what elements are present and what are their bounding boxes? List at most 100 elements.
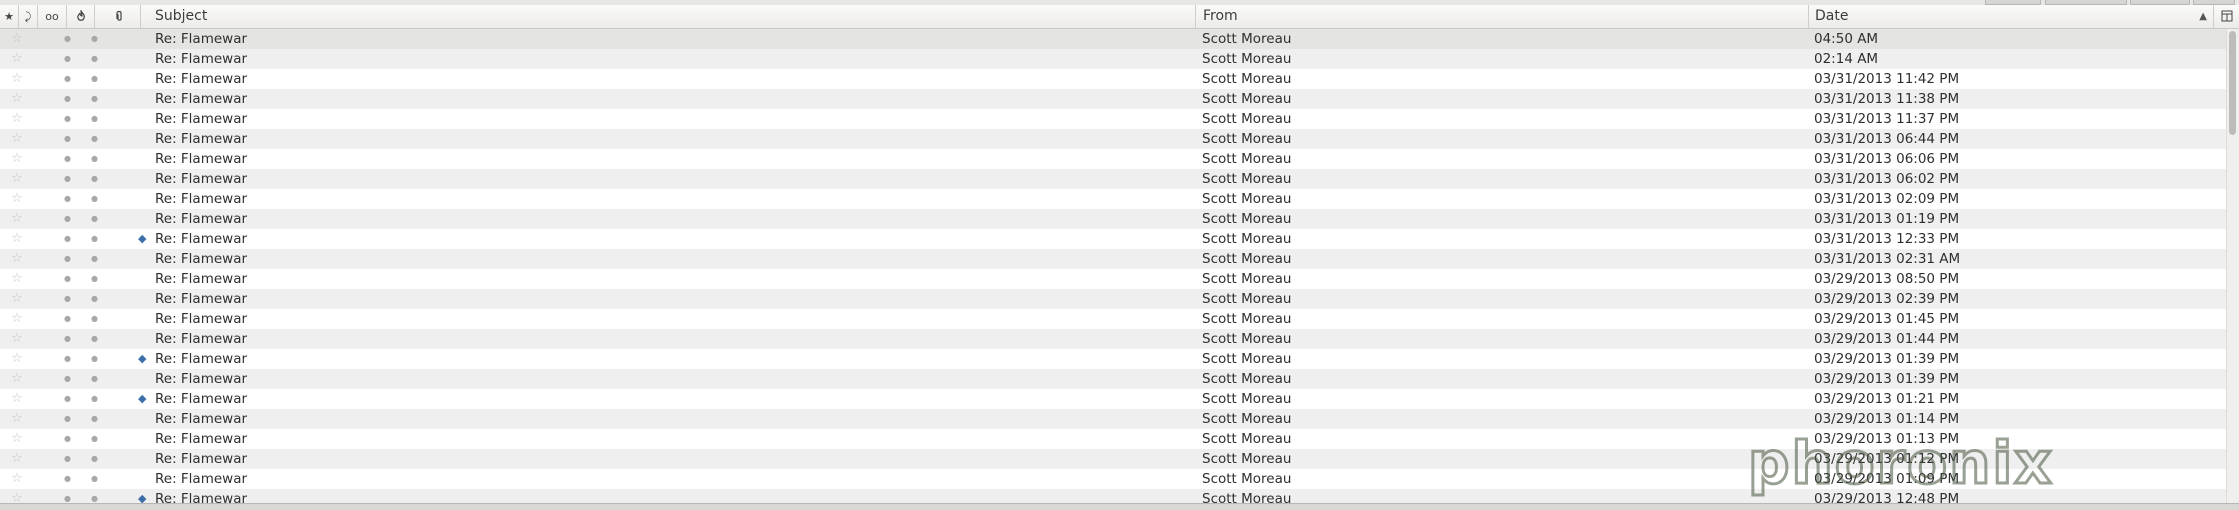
read-dot-icon[interactable]: ● bbox=[91, 349, 101, 369]
from-column-header[interactable]: From bbox=[1196, 5, 1809, 28]
star-icon[interactable]: ☆ bbox=[11, 309, 27, 329]
read-dot-icon[interactable]: ● bbox=[91, 369, 101, 389]
read-dot-icon[interactable]: ● bbox=[91, 429, 101, 449]
message-row[interactable]: ☆ ● ● Re: Flamewar Scott Moreau 03/29/2013 01… bbox=[0, 309, 2232, 329]
read-dot-icon[interactable]: ● bbox=[91, 249, 101, 269]
read-dot-icon[interactable]: ● bbox=[91, 29, 101, 49]
read-dot-icon[interactable]: ● bbox=[91, 489, 101, 503]
message-row[interactable]: ☆ ● ● ◆ Re: Flamewar Scott Moreau 03/29/2013 1… bbox=[0, 489, 2232, 503]
message-date: 03/31/2013 06:06 PM bbox=[1814, 151, 1960, 167]
read-dot-icon[interactable]: ● bbox=[91, 129, 101, 149]
message-row[interactable]: ☆ ● ● Re: Flamewar Scott Moreau 03/29/2013 01… bbox=[0, 329, 2232, 349]
read-dot-icon[interactable]: ● bbox=[91, 449, 101, 469]
message-row[interactable]: ☆ ● ● Re: Flamewar Scott Moreau 03/31/2013 11… bbox=[0, 69, 2232, 89]
star-column-header[interactable]: ★ bbox=[0, 5, 19, 28]
star-icon[interactable]: ☆ bbox=[11, 429, 27, 449]
star-icon[interactable]: ☆ bbox=[11, 489, 27, 503]
read-dot-icon[interactable]: ● bbox=[91, 289, 101, 309]
message-subject: Re: Flamewar bbox=[155, 31, 248, 47]
subject-column-header[interactable]: Subject bbox=[141, 5, 1196, 28]
read-dot-icon[interactable]: ● bbox=[91, 329, 101, 349]
message-subject: Re: Flamewar bbox=[155, 91, 248, 107]
star-icon[interactable]: ☆ bbox=[11, 229, 27, 249]
message-row[interactable]: ☆ ● ● Re: Flamewar Scott Moreau 03/31/2013 02… bbox=[0, 249, 2232, 269]
message-row[interactable]: ☆ ● ● Re: Flamewar Scott Moreau 03/31/2013 06… bbox=[0, 129, 2232, 149]
star-icon[interactable]: ☆ bbox=[11, 109, 27, 129]
star-icon[interactable]: ☆ bbox=[11, 69, 27, 89]
star-icon[interactable]: ☆ bbox=[11, 369, 27, 389]
message-date: 03/29/2013 01:12 PM bbox=[1814, 451, 1960, 467]
read-dot-icon[interactable]: ● bbox=[91, 389, 101, 409]
message-row[interactable]: ☆ ● ● Re: Flamewar Scott Moreau 03/31/2013 02… bbox=[0, 189, 2232, 209]
read-dot-icon[interactable]: ● bbox=[91, 189, 101, 209]
message-row[interactable]: ☆ ● ● Re: Flamewar Scott Moreau 03/29/2013 01… bbox=[0, 449, 2232, 469]
read-dot-icon[interactable]: ● bbox=[91, 409, 101, 429]
read-dot-icon[interactable]: ● bbox=[91, 269, 101, 289]
star-icon[interactable]: ☆ bbox=[11, 349, 27, 369]
message-row[interactable]: ☆ ● ● Re: Flamewar Scott Moreau 03/29/2013 02… bbox=[0, 289, 2232, 309]
star-icon[interactable]: ☆ bbox=[11, 389, 27, 409]
star-icon[interactable]: ☆ bbox=[11, 129, 27, 149]
message-row[interactable]: ☆ ● ● Re: Flamewar Scott Moreau 03/31/2013 06… bbox=[0, 169, 2232, 189]
message-subject: Re: Flamewar bbox=[155, 171, 248, 187]
message-row[interactable]: ☆ ● ● Re: Flamewar Scott Moreau 03/29/2013 01… bbox=[0, 409, 2232, 429]
vertical-scrollbar[interactable] bbox=[2226, 29, 2239, 503]
message-from: Scott Moreau bbox=[1202, 191, 1292, 207]
attachment-column-header[interactable] bbox=[95, 5, 141, 28]
message-subject: Re: Flamewar bbox=[155, 151, 248, 167]
star-icon[interactable]: ☆ bbox=[11, 169, 27, 189]
junk-column-header[interactable] bbox=[67, 5, 95, 28]
star-icon[interactable]: ☆ bbox=[11, 189, 27, 209]
thread-dot-icon: ● bbox=[64, 394, 71, 403]
star-icon[interactable]: ☆ bbox=[11, 469, 27, 489]
star-icon[interactable]: ☆ bbox=[11, 289, 27, 309]
flame-icon bbox=[76, 9, 85, 21]
read-dot-icon[interactable]: ● bbox=[91, 309, 101, 329]
message-from: Scott Moreau bbox=[1202, 431, 1292, 447]
message-subject: Re: Flamewar bbox=[155, 51, 248, 67]
message-date: 03/31/2013 01:19 PM bbox=[1814, 211, 1960, 227]
star-icon[interactable]: ☆ bbox=[11, 329, 27, 349]
message-row[interactable]: ☆ ● ● ◆ Re: Flamewar Scott Moreau 03/31/2013 1… bbox=[0, 229, 2232, 249]
date-column-header[interactable]: Date ▲ bbox=[1809, 5, 2214, 28]
read-dot-icon[interactable]: ● bbox=[91, 89, 101, 109]
message-row[interactable]: ☆ ● ● Re: Flamewar Scott Moreau 03/29/2013 01… bbox=[0, 429, 2232, 449]
message-row[interactable]: ☆ ● ● Re: Flamewar Scott Moreau 03/31/2013 01… bbox=[0, 209, 2232, 229]
read-column-header[interactable]: oo bbox=[38, 5, 67, 28]
star-icon[interactable]: ☆ bbox=[11, 89, 27, 109]
message-from: Scott Moreau bbox=[1202, 211, 1292, 227]
read-dot-icon[interactable]: ● bbox=[91, 49, 101, 69]
star-icon[interactable]: ☆ bbox=[11, 249, 27, 269]
star-icon[interactable]: ☆ bbox=[11, 269, 27, 289]
message-row[interactable]: ☆ ● ● Re: Flamewar Scott Moreau 04:50 AM bbox=[0, 29, 2232, 49]
column-picker-button[interactable] bbox=[2214, 5, 2239, 28]
message-row[interactable]: ☆ ● ● Re: Flamewar Scott Moreau 03/29/2013 01… bbox=[0, 369, 2232, 389]
star-icon[interactable]: ☆ bbox=[11, 149, 27, 169]
star-icon[interactable]: ☆ bbox=[11, 49, 27, 69]
message-row[interactable]: ☆ ● ● Re: Flamewar Scott Moreau 03/31/2013 06… bbox=[0, 149, 2232, 169]
star-icon[interactable]: ☆ bbox=[11, 29, 27, 49]
star-icon[interactable]: ☆ bbox=[11, 409, 27, 429]
message-row[interactable]: ☆ ● ● ◆ Re: Flamewar Scott Moreau 03/29/2013 0… bbox=[0, 389, 2232, 409]
message-subject: Re: Flamewar bbox=[155, 291, 248, 307]
message-row[interactable]: ☆ ● ● Re: Flamewar Scott Moreau 03/29/2013 01… bbox=[0, 469, 2232, 489]
read-dot-icon[interactable]: ● bbox=[91, 229, 101, 249]
message-row[interactable]: ☆ ● ● ◆ Re: Flamewar Scott Moreau 03/29/2013 0… bbox=[0, 349, 2232, 369]
read-dot-icon[interactable]: ● bbox=[91, 209, 101, 229]
message-date: 03/29/2013 01:44 PM bbox=[1814, 331, 1960, 347]
thread-column-header[interactable]: ⤸ bbox=[19, 5, 38, 28]
message-date: 03/31/2013 11:37 PM bbox=[1814, 111, 1960, 127]
star-icon[interactable]: ☆ bbox=[11, 209, 27, 229]
scrollbar-thumb[interactable] bbox=[2229, 31, 2236, 135]
message-row[interactable]: ☆ ● ● Re: Flamewar Scott Moreau 03/31/2013 11… bbox=[0, 89, 2232, 109]
read-dot-icon[interactable]: ● bbox=[91, 109, 101, 129]
message-row[interactable]: ☆ ● ● Re: Flamewar Scott Moreau 02:14 AM bbox=[0, 49, 2232, 69]
read-dot-icon[interactable]: ● bbox=[91, 69, 101, 89]
star-icon[interactable]: ☆ bbox=[11, 449, 27, 469]
read-dot-icon[interactable]: ● bbox=[91, 469, 101, 489]
message-list[interactable]: ★ ⤸ oo Subject From Date ▲ ☆ ● ● Re: Fla… bbox=[0, 5, 2239, 503]
read-dot-icon[interactable]: ● bbox=[91, 169, 101, 189]
message-row[interactable]: ☆ ● ● Re: Flamewar Scott Moreau 03/29/2013 08… bbox=[0, 269, 2232, 289]
read-dot-icon[interactable]: ● bbox=[91, 149, 101, 169]
message-row[interactable]: ☆ ● ● Re: Flamewar Scott Moreau 03/31/2013 11… bbox=[0, 109, 2232, 129]
